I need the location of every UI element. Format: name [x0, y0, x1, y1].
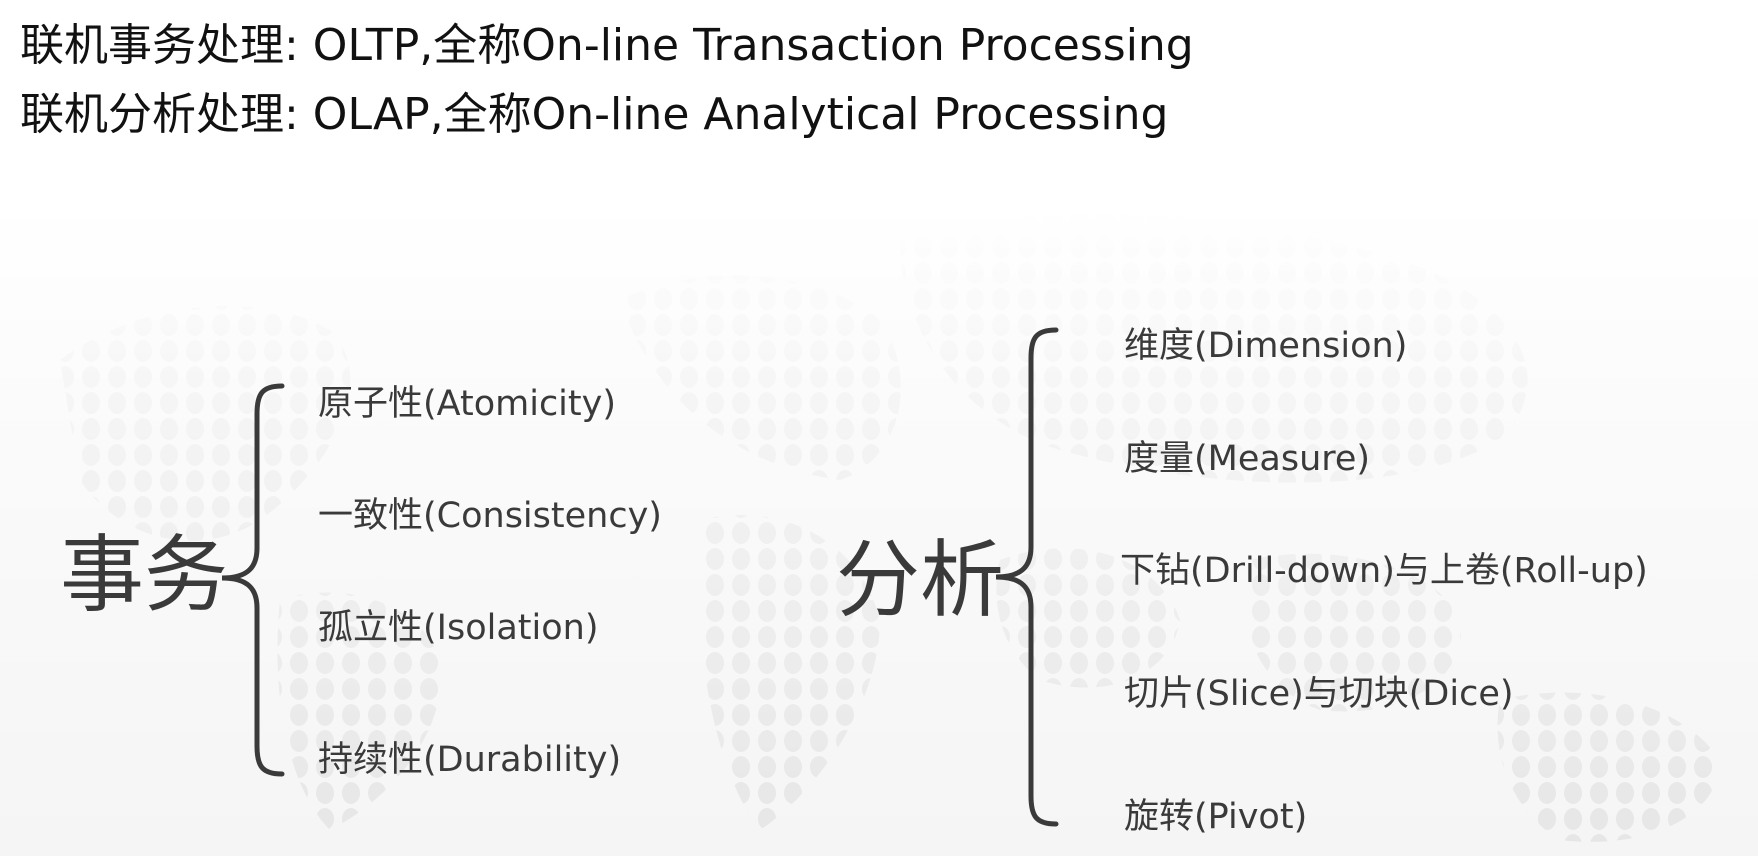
transaction-brace [221, 383, 285, 777]
oltp-definition: 联机事务处理: OLTP,全称On-line Transaction Proce… [20, 20, 1194, 71]
transaction-title: 事务 [60, 526, 229, 624]
analysis-brace [995, 327, 1059, 827]
olap-item-pivot: 旋转(Pivot) [1124, 797, 1308, 837]
olap-item-slice-dice: 切片(Slice)与切块(Dice) [1124, 674, 1514, 714]
acid-item-consistency: 一致性(Consistency) [318, 496, 662, 536]
olap-item-drilldown-rollup: 下钻(Drill-down)与上卷(Roll-up) [1120, 551, 1648, 591]
olap-definition: 联机分析处理: OLAP,全称On-line Analytical Proces… [20, 89, 1169, 140]
acid-item-atomicity: 原子性(Atomicity) [318, 384, 616, 424]
acid-item-durability: 持续性(Durability) [318, 740, 622, 780]
olap-item-dimension: 维度(Dimension) [1124, 326, 1408, 366]
analysis-title: 分析 [836, 531, 1005, 629]
acid-item-isolation: 孤立性(Isolation) [318, 608, 599, 648]
olap-item-measure: 度量(Measure) [1124, 439, 1371, 479]
